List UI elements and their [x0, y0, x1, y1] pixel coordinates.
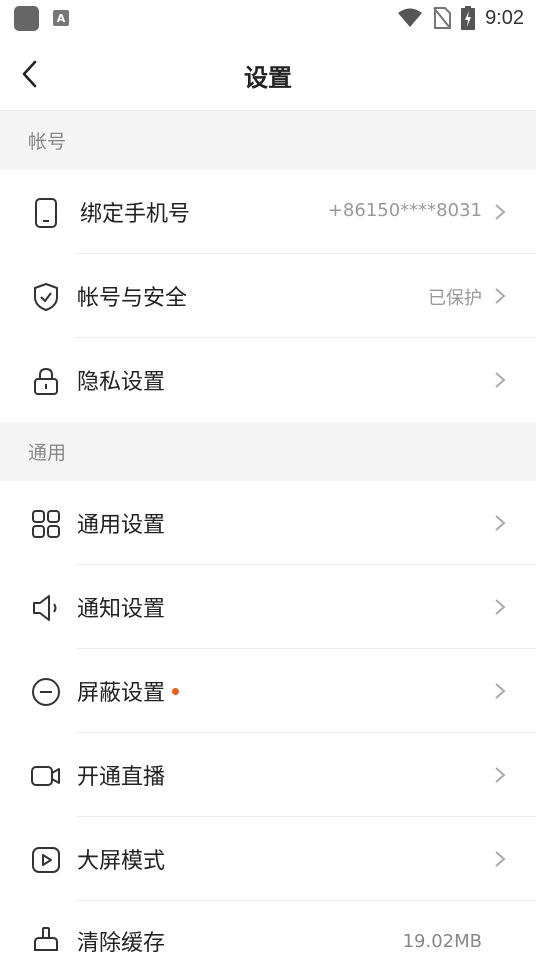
clock: 9:02 [485, 6, 524, 29]
row-privacy[interactable]: 隐私设置 [0, 338, 536, 422]
nav-bar: 设置 [0, 36, 536, 111]
broom-icon [30, 925, 62, 953]
row-live[interactable]: 开通直播 [0, 733, 536, 817]
row-label: 清除缓存 [77, 931, 166, 953]
row-label: 大屏模式 [77, 849, 166, 874]
row-big-screen[interactable]: 大屏模式 [0, 817, 536, 901]
chevron-right-icon [495, 851, 506, 867]
row-label: 绑定手机号 [80, 202, 191, 227]
no-sim-icon [433, 7, 452, 29]
row-notification[interactable]: 通知设置 [0, 565, 536, 649]
row-clear-cache[interactable]: 清除缓存 19.02MB [0, 901, 536, 953]
row-block[interactable]: 屏蔽设置 [0, 649, 536, 733]
text-notification-icon: A [53, 10, 69, 26]
row-account-security[interactable]: 帐号与安全 已保护 [0, 254, 536, 338]
row-value: 19.02MB [402, 931, 482, 952]
row-label: 通知设置 [77, 597, 166, 622]
chevron-right-icon [495, 515, 506, 531]
video-camera-icon [30, 760, 62, 792]
page-title: 设置 [244, 64, 292, 92]
chevron-right-icon [495, 372, 506, 388]
lock-icon [30, 365, 62, 397]
play-box-icon [30, 844, 62, 876]
speaker-icon [30, 592, 62, 624]
row-label: 屏蔽设置 [77, 675, 180, 707]
wifi-icon [398, 8, 423, 27]
row-label: 开通直播 [77, 765, 166, 790]
chevron-right-icon [495, 599, 506, 615]
phone-icon [30, 197, 62, 229]
row-value: +86150****8031 [327, 200, 482, 221]
grid-icon [30, 508, 62, 540]
minus-circle-icon [30, 676, 62, 708]
chevron-right-icon [495, 683, 506, 699]
row-label: 通用设置 [77, 513, 166, 538]
section-header-general: 通用 [0, 422, 536, 481]
app-notification-icon [14, 5, 39, 31]
row-general-settings[interactable]: 通用设置 [0, 481, 536, 565]
new-badge-dot [172, 687, 180, 695]
row-bind-phone[interactable]: 绑定手机号 +86150****8031 [0, 170, 536, 254]
chevron-right-icon [495, 288, 506, 304]
row-label: 帐号与安全 [77, 286, 188, 311]
chevron-right-icon [495, 204, 506, 220]
chevron-right-icon [495, 767, 506, 783]
shield-icon [30, 281, 62, 313]
status-bar: A 9:02 [0, 0, 536, 36]
row-label: 隐私设置 [77, 370, 166, 395]
section-header-account: 帐号 [0, 111, 536, 170]
row-value: 已保护 [428, 288, 482, 309]
battery-charging-icon [461, 6, 476, 30]
